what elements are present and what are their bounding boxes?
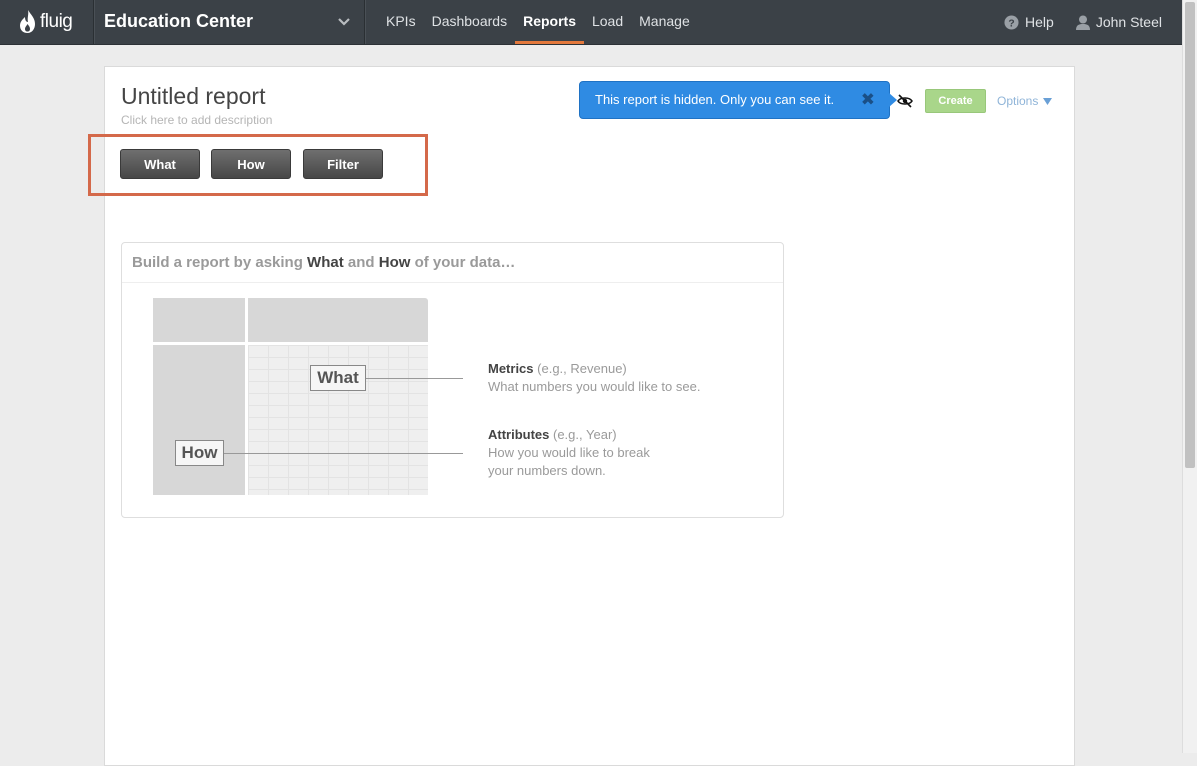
diagram-attribute-column	[153, 345, 245, 495]
page-scrollbar[interactable]	[1182, 0, 1197, 753]
help-link[interactable]: ? Help	[1004, 14, 1054, 30]
diagram-how-connector	[224, 453, 463, 454]
heading-what: What	[307, 254, 344, 271]
heading-text: and	[343, 254, 379, 271]
tooltip-arrow	[889, 93, 897, 107]
main-nav: KPIs Dashboards Reports Load Manage	[378, 0, 698, 44]
logo-text: fluig	[40, 11, 73, 32]
chevron-down-icon[interactable]	[336, 14, 352, 30]
metrics-description: Metrics (e.g., Revenue) What numbers you…	[488, 360, 700, 396]
diagram-what-connector	[366, 378, 463, 379]
close-icon[interactable]: ✖	[861, 82, 875, 118]
create-button[interactable]: Create	[925, 89, 986, 113]
user-menu[interactable]: John Steel	[1075, 14, 1162, 30]
help-icon: ?	[1004, 14, 1019, 30]
diagram-how-label: How	[175, 440, 224, 466]
attributes-example: (e.g., Year)	[549, 427, 617, 442]
user-icon	[1075, 15, 1090, 30]
diagram-what-label: What	[310, 365, 366, 391]
nav-item-kpis[interactable]: KPIs	[378, 0, 424, 44]
svg-text:?: ?	[1008, 18, 1014, 29]
metrics-title: Metrics	[488, 361, 534, 376]
caret-down-icon	[1043, 97, 1053, 105]
metrics-text: What numbers you would like to see.	[488, 379, 701, 394]
divider	[364, 0, 365, 44]
explainer-heading: Build a report by asking What and How of…	[122, 243, 783, 283]
metrics-example: (e.g., Revenue)	[533, 361, 627, 376]
diagram-header-row	[248, 298, 428, 342]
attributes-title: Attributes	[488, 427, 550, 442]
options-label: Options	[997, 94, 1039, 108]
scrollbar-thumb[interactable]	[1185, 2, 1195, 468]
user-area: ? Help John Steel	[982, 0, 1162, 44]
heading-how: How	[378, 254, 411, 271]
nav-item-dashboards[interactable]: Dashboards	[424, 0, 516, 44]
filter-button[interactable]: Filter	[303, 149, 383, 179]
hidden-eye-icon[interactable]	[897, 94, 913, 108]
report-builder-explainer: Build a report by asking What and How of…	[121, 242, 784, 518]
attributes-text-line1: How you would like to break	[488, 445, 650, 460]
visibility-tooltip: This report is hidden. Only you can see …	[579, 81, 897, 119]
report-description-field[interactable]: Click here to add description	[121, 113, 272, 127]
fluig-logo[interactable]: fluig	[18, 9, 73, 35]
tooltip-text: This report is hidden. Only you can see …	[595, 92, 835, 107]
user-name: John Steel	[1095, 14, 1162, 30]
report-editor: Untitled report Click here to add descri…	[88, 66, 1075, 766]
options-dropdown[interactable]: Options	[997, 94, 1053, 108]
diagram-header-corner	[153, 298, 245, 342]
project-name[interactable]: Education Center	[104, 11, 253, 32]
report-title[interactable]: Untitled report	[121, 83, 265, 110]
heading-text: of your data…	[410, 254, 516, 271]
attributes-text-line2: your numbers down.	[488, 463, 606, 478]
what-button[interactable]: What	[120, 149, 200, 179]
nav-item-reports[interactable]: Reports	[515, 0, 584, 44]
heading-text: Build a report by asking	[132, 254, 308, 271]
fluig-flame-icon	[20, 10, 35, 33]
nav-item-manage[interactable]: Manage	[631, 0, 698, 44]
attributes-description: Attributes (e.g., Year) How you would li…	[488, 426, 650, 480]
divider	[93, 0, 94, 44]
top-navigation-bar: fluig Education Center KPIs Dashboards R…	[0, 0, 1182, 45]
nav-item-load[interactable]: Load	[584, 0, 631, 44]
how-button[interactable]: How	[211, 149, 291, 179]
help-label: Help	[1025, 14, 1054, 30]
